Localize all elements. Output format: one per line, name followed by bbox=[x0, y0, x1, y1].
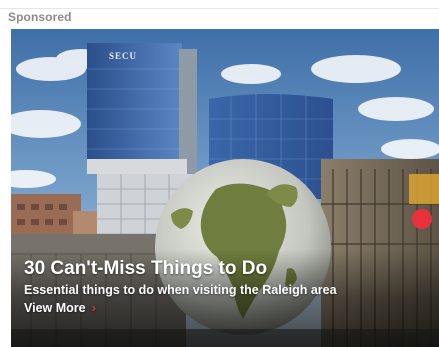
building-sign: SECU bbox=[109, 51, 137, 61]
divider bbox=[0, 8, 439, 9]
view-more-link[interactable]: View More › bbox=[24, 300, 96, 315]
sponsored-ad-unit: Sponsored SECU 30 Can't-Miss Things to D… bbox=[0, 0, 439, 347]
ad-headline[interactable]: 30 Can't-Miss Things to Do bbox=[24, 258, 267, 280]
ad-subhead: Essential things to do when visiting the… bbox=[24, 283, 337, 297]
view-more-label: View More bbox=[24, 300, 86, 315]
chevron-right-icon: › bbox=[91, 300, 96, 315]
sponsored-label: Sponsored bbox=[8, 10, 72, 24]
